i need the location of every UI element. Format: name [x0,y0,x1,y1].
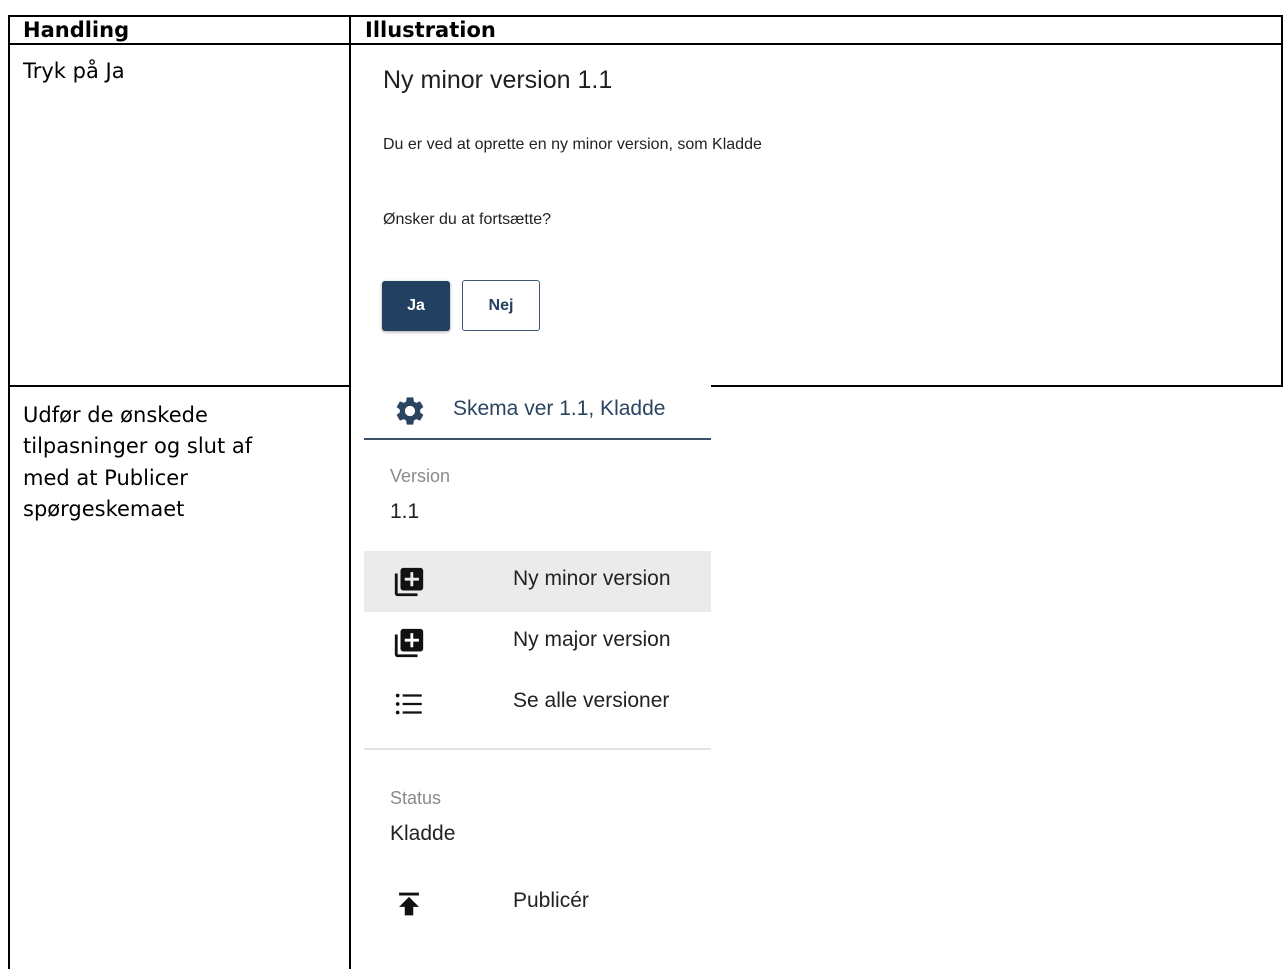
panel-divider [364,748,711,750]
row-1-action: Tryk på Ja [23,59,125,83]
status-value: Kladde [390,822,456,845]
row-1-bottom-border-right [711,385,1283,387]
row-2-action-line-4: spørgeskemaet [23,497,185,521]
menu-item-see-all-versions[interactable]: Se alle versioner [364,673,711,734]
version-value: 1.1 [390,500,420,523]
dialog-title: Ny minor version 1.1 [383,66,613,94]
menu-item-label: Ny major version [513,628,671,651]
gear-icon [393,394,427,433]
header-illustration: Illustration [365,18,496,42]
dialog-message: Du er ved at oprette en ny minor version… [383,136,762,153]
list-icon [392,687,426,721]
version-label: Version [390,466,451,486]
status-label: Status [390,788,442,808]
menu-item-new-minor-version[interactable]: Ny minor version [364,551,711,612]
yes-button[interactable]: Ja [382,281,450,331]
dialog-question: Ønsker du at fortsætte? [383,211,552,228]
menu-item-label: Ny minor version [513,567,671,590]
panel-header[interactable]: Skema ver 1.1, Kladde [364,388,711,440]
row-2-action-line-2: tilpasninger og slut af [23,434,253,458]
menu-item-label: Se alle versioner [513,689,670,712]
header-handling: Handling [23,18,130,42]
library-add-icon [392,626,426,660]
publish-button[interactable]: Publicér [364,873,711,934]
column-divider [349,15,351,969]
table-top-border [8,15,1283,17]
library-add-icon [392,565,426,599]
row-2-action-line-3: med at Publicer [23,466,188,490]
row-2-action-line-1: Udfør de ønskede [23,403,208,427]
header-bottom-border [8,43,1283,45]
menu-item-new-major-version[interactable]: Ny major version [364,612,711,673]
row-1-bottom-border [8,385,351,387]
no-button[interactable]: Nej [462,280,540,331]
panel-title: Skema ver 1.1, Kladde [453,397,666,420]
publish-icon [392,887,426,921]
publish-label: Publicér [513,889,589,912]
table-left-border [8,15,10,969]
